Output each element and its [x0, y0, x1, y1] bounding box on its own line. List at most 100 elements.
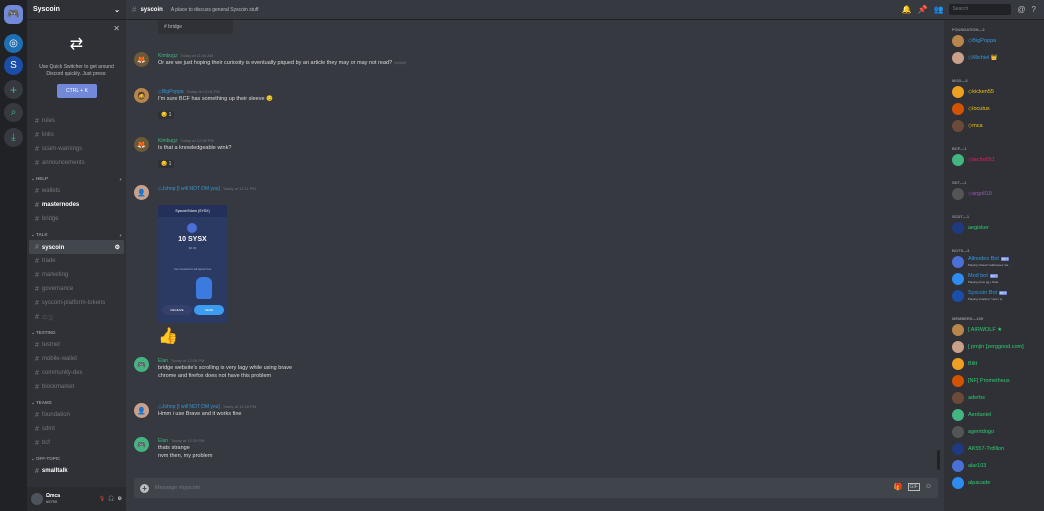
help-icon[interactable]: ?	[1032, 5, 1036, 14]
avatar	[952, 391, 964, 404]
member-item[interactable]: ◇argoll19	[944, 185, 1044, 202]
channel-community-dex[interactable]: # community-dex	[29, 366, 124, 380]
member-item[interactable]: Aerdaniel	[944, 406, 1044, 423]
category-help[interactable]: ⌄ HELP +	[27, 174, 126, 184]
member-item[interactable]: aderbs	[944, 389, 1044, 406]
member-item[interactable]: aegisker	[944, 219, 1044, 236]
category-label: OFF-TOPIC	[36, 456, 61, 461]
reaction-button[interactable]: 😏 1	[158, 160, 175, 168]
headphones-icon[interactable]: 🎧	[108, 496, 114, 502]
member-item[interactable]: Blitt	[944, 355, 1044, 372]
member-item[interactable]: ◇Michiel 👑	[944, 49, 1044, 66]
avatar[interactable]: 🧔	[134, 88, 149, 103]
member-item[interactable]: [ AIRWOLF ★	[944, 321, 1044, 338]
channel-sidebar: Syscoin ⌄ ✕ ⇄ Use Quick Switcher to get …	[27, 0, 126, 511]
header-toolbar: 🔔 📌 👥 Search @ ?	[902, 4, 1036, 15]
member-item[interactable]: [ pmjin [zerggood.com]	[944, 338, 1044, 355]
member-group-header: BCF—1	[952, 146, 967, 151]
channel-syscoin-platform-tokens[interactable]: # syscoin-platform-tokens	[29, 296, 124, 310]
quick-switcher-shortcut-button[interactable]: CTRL + K	[57, 84, 97, 98]
pin-icon[interactable]: 📌	[917, 5, 927, 14]
gif-icon[interactable]: GIF	[907, 483, 920, 491]
channel-chinese[interactable]: # 中文	[29, 310, 124, 324]
category-talk[interactable]: ⌄ TALK +	[27, 230, 126, 240]
channel-blockmarket[interactable]: # blockmarket	[29, 380, 124, 394]
channel-marketing[interactable]: # marketing	[29, 268, 124, 282]
channel-links[interactable]: # links	[29, 128, 124, 142]
hash-icon: #	[132, 5, 137, 14]
member-name: AK557-Trdllion	[968, 446, 1004, 452]
category-teams[interactable]: ⌄ TEAMS	[27, 398, 126, 408]
message-author[interactable]: ◇Johnp [I will NOT DM you]	[158, 186, 220, 192]
category-off-topic[interactable]: ⌄ OFF-TOPIC	[27, 454, 126, 464]
channel-scam-warnings[interactable]: # scam-warnings	[29, 142, 124, 156]
download-apps-icon[interactable]: ⤓	[4, 128, 23, 147]
avatar[interactable]: 🦊	[134, 137, 149, 152]
avatar[interactable]: 🎮	[134, 357, 149, 372]
reaction-button[interactable]: 😏 1	[158, 111, 175, 119]
emoji-icon[interactable]: ☺	[925, 483, 932, 491]
channel-wallets[interactable]: # wallets	[29, 184, 124, 198]
server-icon-syscoin[interactable]: S	[4, 56, 23, 75]
hash-icon: #	[35, 145, 39, 153]
gear-icon[interactable]: ⚙	[118, 496, 122, 502]
server-icon-syscoin-alt[interactable]: ◎	[4, 34, 23, 53]
channel-trade[interactable]: # trade	[29, 254, 124, 268]
avatar[interactable]	[31, 493, 43, 505]
channel-announcements[interactable]: # announcements	[29, 156, 124, 170]
add-server-icon[interactable]: +	[4, 80, 23, 99]
search-input[interactable]: Search	[949, 4, 1012, 15]
category-testing[interactable]: ⌄ TESTING	[27, 328, 126, 338]
gift-icon[interactable]: 🎁	[894, 483, 903, 491]
discord-home-icon[interactable]: 🎮	[4, 5, 23, 24]
channel-rules[interactable]: # rules	[29, 114, 124, 128]
channel-testnet[interactable]: # testnet	[29, 338, 124, 352]
gear-icon[interactable]: ⚙	[115, 244, 120, 251]
explore-servers-icon[interactable]: ⌕	[4, 103, 23, 122]
member-item[interactable]: Mod bot BOT Playing dyno.gg | !help	[944, 270, 1044, 287]
member-name: ◇locutus	[968, 106, 990, 112]
message: 👤 ◇Johnp [I will NOT DM you] Today at 12:…	[134, 185, 934, 345]
member-name-text: aderbs	[968, 394, 985, 401]
channel-syscoin[interactable]: # syscoin ⚙	[29, 240, 124, 254]
server-header[interactable]: Syscoin ⌄	[27, 0, 126, 20]
avatar[interactable]: 🎮	[134, 437, 149, 452]
channel-foundation[interactable]: # foundation	[29, 408, 124, 422]
member-item[interactable]: ◇techo051	[944, 151, 1044, 168]
hash-icon: #	[35, 201, 39, 209]
member-item[interactable]: ◇locutus	[944, 100, 1044, 117]
add-channel-icon[interactable]: +	[119, 233, 122, 238]
close-icon[interactable]: ✕	[113, 24, 120, 33]
member-item[interactable]: alpacade	[944, 474, 1044, 491]
message-list: # bridge 🦊 Kimbugz Today at 11:54 AM Or a…	[126, 20, 944, 475]
channel-bridge[interactable]: # bridge	[29, 212, 124, 226]
message-input[interactable]: Message #syscoin	[155, 485, 200, 491]
member-item[interactable]: Syscoin Bot BOT Playing !market | !new | i…	[944, 287, 1044, 304]
upload-plus-icon[interactable]: +	[140, 483, 149, 493]
channel-bcf[interactable]: # bcf	[29, 436, 124, 450]
channel-sdmt[interactable]: # sdmt	[29, 422, 124, 436]
member-item[interactable]: [NF] Prometheus	[944, 372, 1044, 389]
scrollbar[interactable]	[937, 450, 940, 470]
microphone-icon[interactable]: 🎙	[99, 496, 105, 502]
member-item[interactable]: ◇mca	[944, 117, 1044, 134]
member-item[interactable]: AK557-Trdllion	[944, 440, 1044, 457]
add-channel-icon[interactable]: +	[119, 177, 122, 182]
mention-icon[interactable]: @	[1017, 5, 1025, 14]
channel-mobile-wallet[interactable]: # mobile-wallet	[29, 352, 124, 366]
member-group-header: SCDT—1	[952, 214, 970, 219]
avatar[interactable]: 👤	[134, 403, 149, 418]
member-list-icon[interactable]: 👥	[933, 5, 943, 14]
member-item[interactable]: agentdogo	[944, 423, 1044, 440]
wallet-screenshot-image[interactable]: SyscoinToken (SYSX) 10 SYSX $0.00 Your t…	[158, 205, 227, 323]
channel-masternodes[interactable]: # masternodes	[29, 198, 124, 212]
channel-smalltalk[interactable]: # smalltalk	[29, 464, 124, 478]
notification-bell-icon[interactable]: 🔔	[902, 5, 912, 14]
avatar[interactable]: 👤	[134, 185, 149, 200]
channel-governance[interactable]: # governance	[29, 282, 124, 296]
member-item[interactable]: alar103	[944, 457, 1044, 474]
member-item[interactable]: ◇BigPoppa	[944, 32, 1044, 49]
member-item[interactable]: ◇kicken55	[944, 83, 1044, 100]
avatar[interactable]: 🦊	[134, 52, 149, 67]
member-item[interactable]: Allnodes Bot BOT Playing !sheeh !addresses…	[944, 253, 1044, 270]
